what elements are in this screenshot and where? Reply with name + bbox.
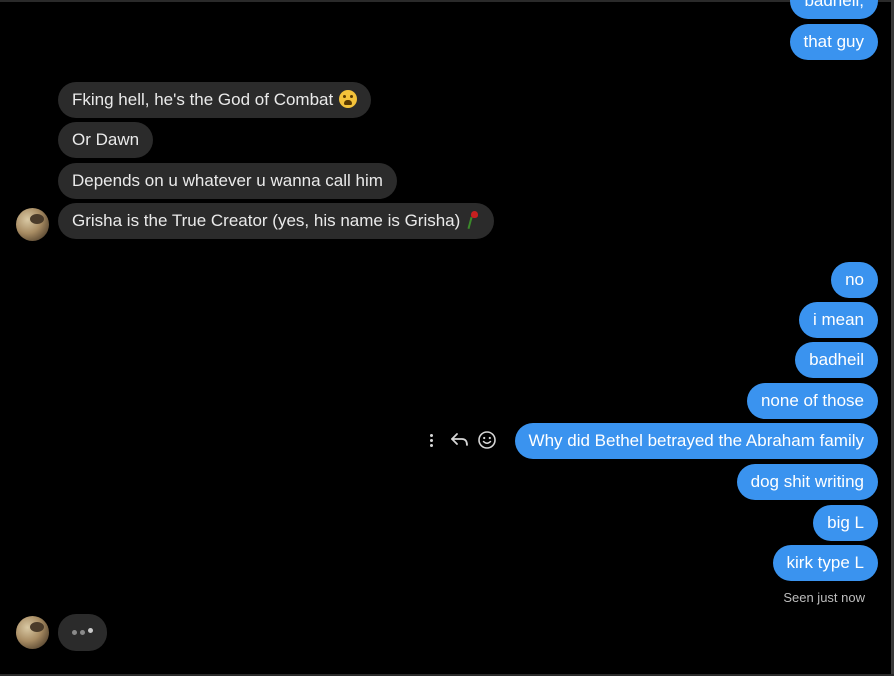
message-text: no bbox=[845, 270, 864, 289]
smiley-icon[interactable] bbox=[476, 428, 498, 452]
outgoing-message[interactable]: i mean bbox=[798, 302, 878, 338]
message-text: Grisha is the True Creator (yes, his nam… bbox=[72, 211, 461, 230]
outgoing-message[interactable]: none of those bbox=[746, 383, 878, 419]
sender-avatar[interactable] bbox=[16, 616, 49, 649]
message-text: Or Dawn bbox=[72, 130, 140, 149]
sender-avatar[interactable] bbox=[16, 208, 49, 241]
wilted-rose-icon bbox=[466, 211, 480, 229]
outgoing-message[interactable]: Why did Bethel betrayed the Abraham fami… bbox=[514, 423, 878, 459]
vertical-ellipsis-icon[interactable] bbox=[424, 428, 438, 452]
typing-dots-icon bbox=[58, 614, 107, 651]
outgoing-message[interactable]: big L bbox=[813, 505, 878, 541]
incoming-message[interactable]: Depends on u whatever u wanna call him bbox=[58, 163, 397, 199]
message-text: Depends on u whatever u wanna call him bbox=[72, 171, 383, 190]
message-text: big L bbox=[827, 513, 864, 532]
message-text: Fking hell, he's the God of Combat bbox=[72, 90, 334, 109]
outgoing-message[interactable]: no bbox=[831, 262, 878, 298]
message-text: Why did Bethel betrayed the Abraham fami… bbox=[528, 431, 864, 450]
outgoing-message[interactable]: kirk type L bbox=[772, 545, 878, 581]
incoming-message[interactable]: Fking hell, he's the God of Combat bbox=[58, 82, 372, 118]
message-text: badheil, bbox=[804, 0, 864, 10]
top-border bbox=[0, 0, 894, 2]
message-actions bbox=[424, 428, 502, 452]
outgoing-message[interactable]: badheil, bbox=[790, 0, 878, 19]
message-text: kirk type L bbox=[786, 553, 864, 572]
incoming-message[interactable]: Or Dawn bbox=[58, 122, 154, 158]
reply-arrow-icon[interactable] bbox=[450, 428, 470, 452]
message-text: dog shit writing bbox=[750, 472, 864, 491]
outgoing-message[interactable]: that guy bbox=[789, 24, 878, 60]
seen-status: Seen just now bbox=[783, 590, 865, 605]
message-text: none of those bbox=[760, 391, 864, 410]
outgoing-message[interactable]: dog shit writing bbox=[736, 464, 878, 500]
message-text: i mean bbox=[812, 310, 864, 329]
incoming-message[interactable]: Grisha is the True Creator (yes, his nam… bbox=[58, 203, 495, 239]
chat-thread: badheil, that guy Fking hell, he's the G… bbox=[0, 0, 894, 676]
outgoing-message[interactable]: badheil bbox=[795, 342, 878, 378]
loudly-crying-face-icon bbox=[339, 90, 358, 109]
message-text: that guy bbox=[803, 32, 865, 51]
message-text: badheil bbox=[809, 350, 864, 369]
